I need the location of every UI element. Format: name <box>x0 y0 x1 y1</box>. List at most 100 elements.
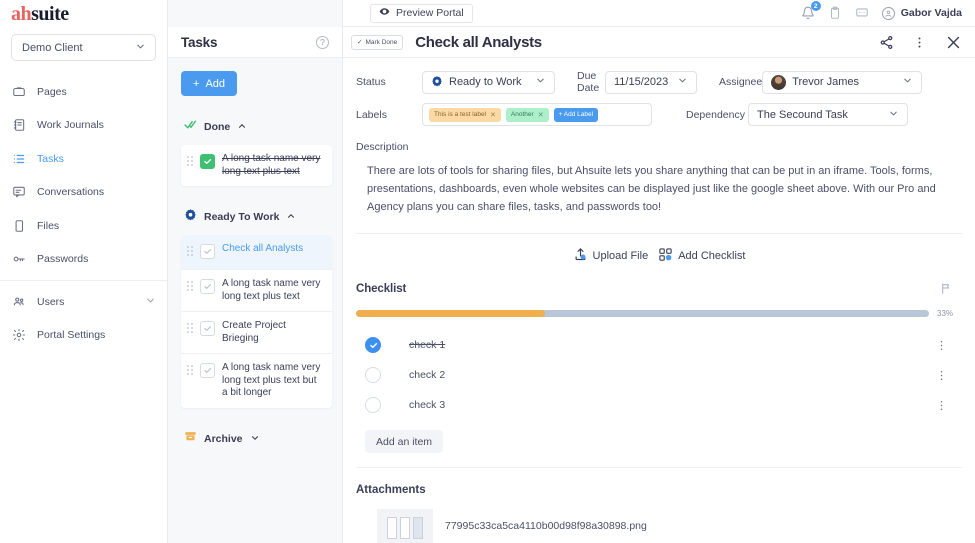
sidebar-item-pages[interactable]: Pages <box>0 75 167 109</box>
chevron-up-icon <box>286 208 296 226</box>
dependency-value: The Secound Task <box>757 108 848 121</box>
due-date-select[interactable]: 11/15/2023 <box>605 70 697 94</box>
label-chip[interactable]: This is a test label ✕ <box>429 107 501 122</box>
add-task-button[interactable]: + Add <box>181 71 238 96</box>
drag-handle-icon[interactable] <box>187 153 193 166</box>
progress-bar-fill <box>356 310 546 317</box>
drag-handle-icon[interactable] <box>187 320 193 333</box>
client-selector[interactable]: Demo Client <box>11 34 156 61</box>
dependency-select[interactable]: The Secound Task <box>748 103 908 126</box>
upload-file-button[interactable]: Upload File <box>572 247 649 265</box>
checklist-item[interactable]: check 1 <box>356 330 953 360</box>
assignee-select[interactable]: Trevor James <box>762 70 923 94</box>
more-vertical-icon[interactable] <box>912 35 927 50</box>
mark-done-button[interactable]: ✓ Mark Done <box>351 34 404 50</box>
drag-handle-icon[interactable] <box>187 278 193 291</box>
checklist-items: check 1 check 2 check 3 <box>356 330 953 420</box>
bell-icon[interactable]: 2 <box>801 1 821 20</box>
task-name: A long task name very long text plus tex… <box>222 362 321 398</box>
task-row[interactable]: Check all Analysts <box>181 235 332 270</box>
checklist-item[interactable]: check 3 <box>356 390 953 420</box>
gear-status-icon <box>431 75 443 90</box>
task-checkbox[interactable] <box>200 321 215 336</box>
sidebar-item-conversations[interactable]: Conversations <box>0 176 167 210</box>
help-icon[interactable]: ? <box>316 35 329 49</box>
clipboard-icon[interactable] <box>828 6 842 20</box>
upload-icon <box>573 247 588 265</box>
attachment-row[interactable]: 77995c33ca5ca4110b00d98f98a30898.png <box>356 509 953 543</box>
chevron-down-icon <box>902 75 913 89</box>
sidebar-item-files[interactable]: Files <box>0 209 167 243</box>
label-chip-text: This is a test label <box>434 111 487 118</box>
sidebar-item-users[interactable]: Users <box>0 285 167 319</box>
description-text[interactable]: There are lots of tools for sharing file… <box>356 162 953 216</box>
checklist-item[interactable]: check 2 <box>356 360 953 390</box>
app-logo[interactable]: ahsuite <box>0 0 167 27</box>
task-row[interactable]: Create Project Brieging <box>181 312 332 354</box>
checklist-checkbox[interactable] <box>365 367 381 383</box>
gear-icon <box>11 328 26 343</box>
more-vertical-icon[interactable] <box>935 399 953 412</box>
task-group-header-archive[interactable]: Archive <box>184 430 332 448</box>
sidebar-item-portal-settings[interactable]: Portal Settings <box>0 319 167 353</box>
add-label-button[interactable]: + Add Label <box>553 107 599 122</box>
add-checklist-item-button[interactable]: Add an item <box>365 430 444 453</box>
preview-portal-button[interactable]: Preview Portal <box>370 3 473 23</box>
sidebar-item-label: Tasks <box>37 152 64 165</box>
assignee-label: Assignee <box>719 76 763 88</box>
drag-handle-icon[interactable] <box>187 362 193 375</box>
task-row[interactable]: A long task name very long text plus tex… <box>181 354 332 408</box>
attachment-thumbnail[interactable] <box>377 509 433 543</box>
tasks-panel-title: Tasks <box>181 34 218 50</box>
sidebar-item-label: Files <box>37 219 60 232</box>
more-vertical-icon[interactable] <box>935 339 953 352</box>
close-icon[interactable] <box>945 34 962 51</box>
attachments-title: Attachments <box>356 484 426 496</box>
flag-icon[interactable] <box>940 282 953 295</box>
task-checkbox[interactable] <box>200 244 215 259</box>
task-checkbox[interactable] <box>200 363 215 378</box>
more-vertical-icon[interactable] <box>935 369 953 382</box>
remove-label-icon[interactable]: ✕ <box>490 111 496 119</box>
task-group-header-ready-to-work[interactable]: Ready To Work <box>184 208 332 226</box>
label-chip-text: Another <box>510 111 534 118</box>
task-checkbox[interactable] <box>200 279 215 294</box>
sidebar-nav: Pages Work Journals Tasks Conversations <box>0 75 167 352</box>
conversations-icon <box>11 185 26 200</box>
check-icon: ✓ <box>357 39 363 46</box>
attachment-file-name[interactable]: 77995c33ca5ca4110b00d98f98a30898.png <box>445 520 647 532</box>
chevron-down-icon <box>677 75 688 89</box>
task-row[interactable]: A long task name very long text plus tex… <box>181 270 332 312</box>
sidebar-item-label: Users <box>37 295 65 308</box>
add-checklist-button[interactable]: Add Checklist <box>658 247 746 265</box>
description-section: Description There are lots of tools for … <box>343 135 975 216</box>
top-bar-icons: 2 Gabor Vajda <box>801 1 962 20</box>
label-chip[interactable]: Another ✕ <box>505 107 549 122</box>
sidebar-item-passwords[interactable]: Passwords <box>0 243 167 277</box>
divider <box>356 467 962 468</box>
task-group-header-done[interactable]: Done <box>184 118 332 136</box>
sidebar-item-work-journals[interactable]: Work Journals <box>0 109 167 143</box>
progress-percent-label: 33% <box>937 309 954 318</box>
status-select[interactable]: Ready to Work <box>422 70 555 94</box>
checklist-checkbox[interactable] <box>365 337 381 353</box>
checklist-checkbox[interactable] <box>365 397 381 413</box>
chevron-up-icon <box>237 118 247 136</box>
logo-text-ah: ah <box>11 2 32 25</box>
labels-input[interactable]: This is a test label ✕ Another ✕ + Add L… <box>422 103 652 126</box>
task-row[interactable]: A long task name very long text plus tex… <box>181 145 332 186</box>
task-checkbox[interactable] <box>200 154 215 169</box>
user-menu[interactable]: Gabor Vajda <box>881 6 962 20</box>
sidebar-item-label: Portal Settings <box>37 329 106 342</box>
drag-handle-icon[interactable] <box>187 243 193 256</box>
remove-label-icon[interactable]: ✕ <box>538 111 544 119</box>
chat-icon[interactable] <box>855 6 869 20</box>
sidebar-item-label: Passwords <box>37 253 89 266</box>
share-icon[interactable] <box>879 35 894 50</box>
sidebar-item-tasks[interactable]: Tasks <box>0 142 167 176</box>
checklist-item-text: check 1 <box>409 339 446 351</box>
app-root: ahsuite Demo Client Pages Work Journals <box>0 0 975 543</box>
task-fields: Status Ready to Work Due Date 11/15/2023 <box>343 58 975 126</box>
upload-file-label: Upload File <box>592 250 649 262</box>
status-value: Ready to Work <box>449 76 522 88</box>
